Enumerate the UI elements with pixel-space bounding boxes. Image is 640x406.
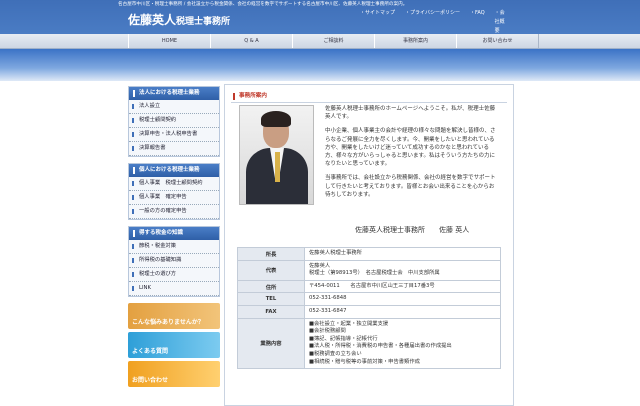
portrait-photo [239,105,314,205]
row-value-line: 〒454-0011 名古屋市中川区山王三丁目17番3号 [309,282,435,289]
row-value-line: 税理士（第98913号） 名古屋税理士会 中川支部所属 [309,270,440,277]
header-visual [0,49,640,81]
row-value: 〒454-0011 名古屋市中川区山王三丁目17番3号 [304,279,501,294]
intro-paragraph: 当事務所では、会社設立から税務関係、会社の経営を数字でサポートして行きたいと考え… [325,175,496,198]
logo-suffix: 税理士事務所 [176,17,231,27]
nav-office[interactable]: 事務所案内 [374,34,457,48]
sidebar-group-corporate: 法人における税理士業務 法人設立 税理士顧問契約 決算申告・法人税申告書 決算報… [128,86,220,157]
intro-paragraph: 中小企業、個人事業主の会計や経理の様々な問題を解決し皆様の、さらなるご発展に全力… [325,128,496,168]
table-row: 業務内容 ■会社設立・起業・独立開業支援 ■会計税務顧問 ■簿記、記帳指導・記帳… [237,317,501,370]
table-row: FAX 052-331-6847 [237,304,501,319]
global-nav: HOME Q & A ご相談料 事務所案内 お問い合わせ [0,34,640,49]
row-value-line: ■税務調査の立ち会い [309,350,362,357]
row-value-line: ■法人税・所得税・消費税の申告書・各種届出書の作成提出 [309,343,452,350]
table-row: 住所 〒454-0011 名古屋市中川区山王三丁目17番3号 [237,279,501,294]
table-row: 代表 佐藤英人 税理士（第98913号） 名古屋税理士会 中川支部所属 [237,259,501,281]
row-label: 業務内容 [237,317,305,370]
sidebar-item[interactable]: 税理士の選び方 [129,268,219,282]
sidebar-item[interactable]: 節税・税金対策 [129,240,219,254]
row-value: 052-331-6847 [304,304,501,319]
link-sitemap[interactable]: サイトマップ [360,9,395,36]
row-value-line: 佐藤英人税理士事務所 [309,250,362,256]
nav-contact[interactable]: お問い合わせ [456,34,539,48]
link-privacy[interactable]: プライバシーポリシー [405,9,460,36]
sidebar-item[interactable]: 法人設立 [129,100,219,114]
row-label: FAX [237,304,305,319]
sidebar-heading: 法人における税理士業務 [129,87,219,100]
nav-qa[interactable]: Q & A [210,34,293,48]
sidebar-item[interactable]: 個人事業 確定申告 [129,191,219,205]
main-content: 事務所案内 佐藤英人税理士事務所のホームページへようこそ。私が、税理士佐藤英人で… [224,84,514,406]
row-value: 佐藤英人 税理士（第98913号） 名古屋税理士会 中川支部所属 [304,259,501,281]
banner-faq[interactable]: よくある質問 [128,332,220,358]
nav-fees[interactable]: ご相談料 [292,34,375,48]
nav-home[interactable]: HOME [128,34,211,48]
page-title: 事務所案内 [231,91,507,103]
intro-text: 佐藤英人税理士事務所のホームページへようこそ。私が、税理士佐藤英人です。 中小企… [325,105,497,205]
table-row: TEL 052-331-6848 [237,292,501,306]
banner-worries[interactable]: こんな悩みありませんか？ [128,303,220,329]
row-value-line: 052-331-6848 [309,295,347,302]
site-header: 名古屋市中川区・税理士事務所 / 会社設立から税金関係、会社の経営を数字でサポー… [0,0,640,34]
row-label: 代表 [237,259,305,281]
link-company[interactable]: 会社概要 [495,9,509,36]
row-value-line: ■会計税務顧問 [309,328,346,335]
row-value-line: 052-331-6847 [309,307,347,314]
sidebar-item[interactable]: 決算報告書 [129,142,219,156]
sidebar-heading: 個人における税理士業務 [129,164,219,177]
logo-name: 佐藤英人 [128,13,177,27]
sidebar-item[interactable]: 所得税の基礎知識 [129,254,219,268]
banner-contact[interactable]: お問い合わせ [128,361,220,387]
portrait-hair [261,111,291,127]
row-value: ■会社設立・起業・独立開業支援 ■会計税務顧問 ■簿記、記帳指導・記帳代行 ■法… [304,317,501,370]
sidebar: 法人における税理士業務 法人設立 税理士顧問契約 決算申告・法人税申告書 決算報… [128,86,220,387]
table-row: 所長 佐藤英人税理士事務所 [237,247,501,261]
sidebar-item[interactable]: 個人事業 税理士顧問契約 [129,177,219,191]
row-label: TEL [237,292,305,306]
row-label: 住所 [237,279,305,294]
signature: 佐藤英人税理士事務所 佐藤 英人 [355,226,470,234]
row-value: 佐藤英人税理士事務所 [304,247,501,261]
intro-paragraph: 佐藤英人税理士事務所のホームページへようこそ。私が、税理士佐藤英人です。 [325,106,496,121]
sidebar-item[interactable]: LINK [129,282,219,296]
row-value: 052-331-6848 [304,292,501,306]
row-label: 所長 [237,247,305,261]
sidebar-heading: 得する税金の知識 [129,227,219,240]
sidebar-group-individual: 個人における税理士業務 個人事業 税理士顧問契約 個人事業 確定申告 一般の方の… [128,163,220,220]
sidebar-item[interactable]: 一般の方の確定申告 [129,205,219,219]
header-links: サイトマップ プライバシーポリシー FAQ 会社概要 [360,9,509,36]
header-tagline: 名古屋市中川区・税理士事務所 / 会社設立から税金関係、会社の経営を数字でサポー… [118,2,408,7]
portrait-tie [275,152,280,182]
site-logo[interactable]: 佐藤英人税理士事務所 [128,11,230,28]
sidebar-group-knowledge: 得する税金の知識 節税・税金対策 所得税の基礎知識 税理士の選び方 LINK [128,226,220,297]
sidebar-item[interactable]: 決算申告・法人税申告書 [129,128,219,142]
sidebar-item[interactable]: 税理士顧問契約 [129,114,219,128]
office-info-table: 所長 佐藤英人税理士事務所 代表 佐藤英人 税理士（第98913号） 名古屋税理… [237,247,501,370]
row-value-line: ■相続税・贈与税等の事前対策・申告書類作成 [309,358,420,365]
link-faq[interactable]: FAQ [470,9,485,36]
